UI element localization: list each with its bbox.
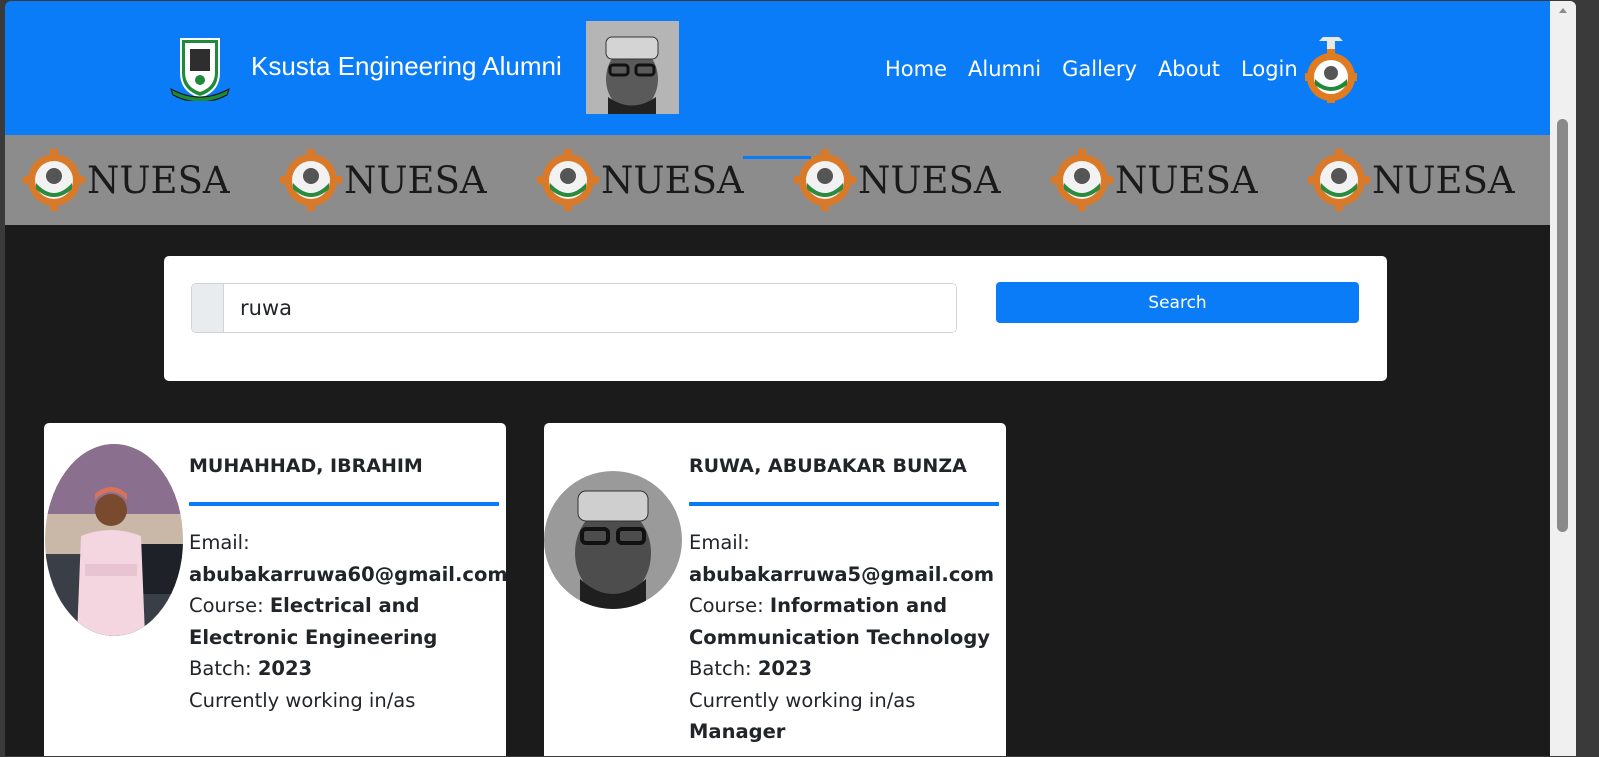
alumni-name: MUHAHHAD, IBRAHIM — [189, 455, 423, 477]
nav-alumni[interactable]: Alumni — [968, 57, 1041, 81]
header-profile-photo — [586, 21, 679, 114]
course-label: Course: — [689, 594, 764, 617]
working-label: Currently working in/as — [689, 688, 916, 712]
search-input[interactable] — [224, 284, 956, 332]
search-addon — [192, 284, 224, 332]
navbar: Ksusta Engineering Alumni Home Alumni Ga… — [5, 1, 1576, 135]
nuesa-banner-logo-icon — [1308, 149, 1370, 211]
scroll-up-arrow-icon[interactable] — [1550, 1, 1576, 21]
batch-value: 2023 — [757, 657, 813, 680]
batch-label: Batch: — [189, 657, 252, 680]
university-logo-icon[interactable] — [167, 35, 233, 103]
batch-value: 2023 — [257, 657, 313, 680]
email-value: abubakarruwa5@gmail.com — [689, 562, 995, 586]
page-scrollbar[interactable] — [1550, 1, 1576, 756]
working-value: Manager — [689, 720, 786, 743]
nav-gallery[interactable]: Gallery — [1062, 57, 1137, 81]
nuesa-banner-logo-icon — [23, 149, 85, 211]
nuesa-banner-logo-icon — [537, 149, 599, 211]
nuesa-gear-icon[interactable] — [1305, 35, 1357, 103]
alumni-details: Email: abubakarruwa60@gmail.com Course: … — [189, 527, 506, 716]
banner-text: NUESA — [1115, 158, 1258, 202]
search-card: Search — [164, 256, 1387, 381]
email-value: abubakarruwa60@gmail.com — [189, 562, 506, 586]
alumni-card: MUHAHHAD, IBRAHIM Email: abubakarruwa60@… — [44, 423, 506, 756]
avatar — [45, 444, 183, 636]
banner-text: NUESA — [601, 158, 744, 202]
banner-item: NUESA — [1033, 149, 1290, 211]
nuesa-banner-logo-icon — [1051, 149, 1113, 211]
banner-text: NUESA — [87, 158, 230, 202]
name-divider — [689, 502, 999, 506]
carousel-indicator[interactable] — [743, 156, 811, 159]
banner-item: NUESA — [262, 149, 519, 211]
course-label: Course: — [189, 594, 264, 617]
avatar — [544, 471, 682, 609]
search-input-group — [191, 283, 957, 333]
site-brand[interactable]: Ksusta Engineering Alumni — [251, 51, 562, 82]
banner-item: NUESA — [519, 149, 776, 211]
nav-home[interactable]: Home — [885, 57, 947, 81]
alumni-card: RUWA, ABUBAKAR BUNZA Email: abubakarruwa… — [544, 423, 1006, 756]
nav-about[interactable]: About — [1158, 57, 1220, 81]
banner-item: NUESA — [776, 149, 1033, 211]
main-nav: Home Alumni Gallery About Login — [885, 57, 1298, 81]
banner-text: NUESA — [858, 158, 1001, 202]
banner-text: NUESA — [344, 158, 487, 202]
scrollbar-thumb[interactable] — [1557, 119, 1568, 532]
banner-text: NUESA — [1372, 158, 1515, 202]
email-label: Email: — [189, 531, 250, 554]
name-divider — [189, 502, 499, 506]
banner-item: NUESA — [5, 149, 262, 211]
batch-label: Batch: — [689, 657, 752, 680]
alumni-details: Email: abubakarruwa5@gmail.com Course: I… — [689, 527, 1004, 748]
nuesa-banner-carousel: NUESA NUESA NUESA NUESA NUESA NUESA — [5, 135, 1576, 225]
browser-viewport: Ksusta Engineering Alumni Home Alumni Ga… — [5, 1, 1576, 756]
nav-login[interactable]: Login — [1241, 57, 1298, 81]
working-label: Currently working in/as — [189, 688, 416, 712]
alumni-name: RUWA, ABUBAKAR BUNZA — [689, 455, 967, 477]
banner-item: NUESA — [1290, 149, 1547, 211]
email-label: Email: — [689, 531, 750, 554]
search-button[interactable]: Search — [996, 282, 1359, 323]
nuesa-banner-logo-icon — [280, 149, 342, 211]
